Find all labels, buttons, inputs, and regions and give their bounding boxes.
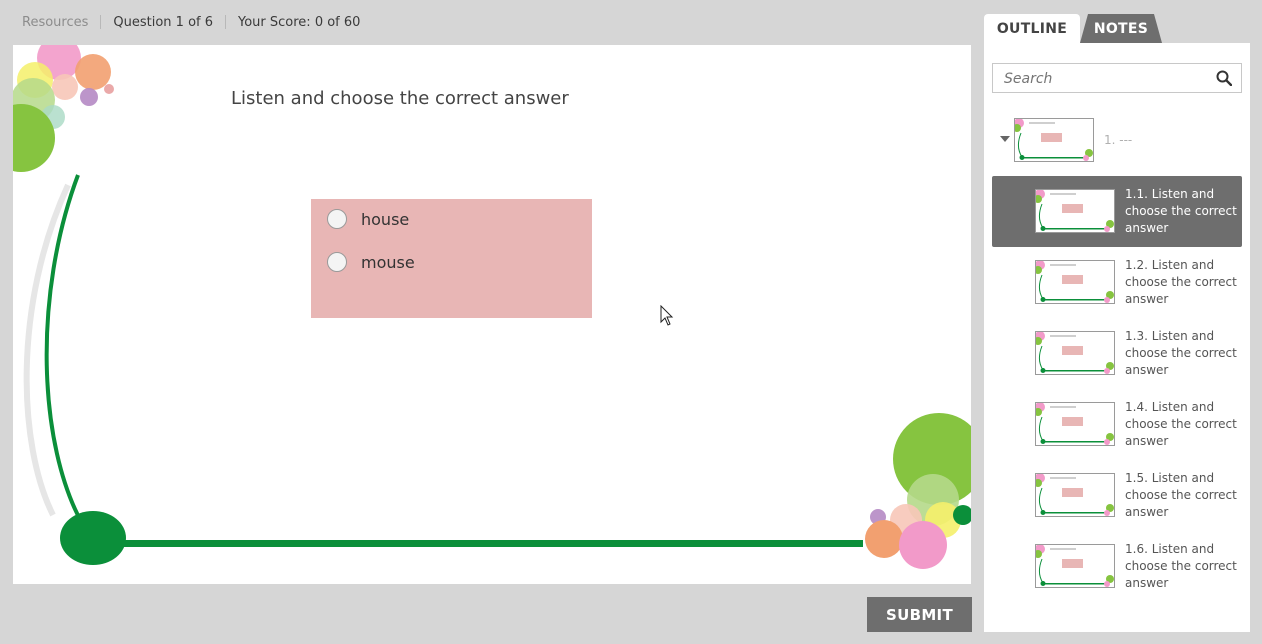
outline-item-label: 1.2. Listen and choose the correct answe… bbox=[1125, 258, 1237, 306]
outline-item-1-4[interactable]: 1.4. Listen and choose the correct answe… bbox=[992, 389, 1242, 460]
slide-thumbnail bbox=[1035, 544, 1115, 588]
resources-link[interactable]: Resources bbox=[22, 15, 88, 30]
tab-outline[interactable]: OUTLINE bbox=[984, 14, 1080, 43]
slide-thumbnail bbox=[1035, 331, 1115, 375]
outline-root-item[interactable]: 1. --- bbox=[992, 114, 1242, 166]
tab-notes[interactable]: NOTES bbox=[1080, 14, 1162, 43]
outline-item-label: 1.1. Listen and choose the correct answe… bbox=[1125, 187, 1237, 235]
search-input[interactable] bbox=[993, 64, 1216, 94]
radio-icon[interactable] bbox=[327, 252, 347, 272]
slide-thumbnail bbox=[1014, 118, 1094, 162]
outline-item-label: 1.4. Listen and choose the correct answe… bbox=[1125, 400, 1237, 448]
outline-item-label: 1.3. Listen and choose the correct answe… bbox=[1125, 329, 1237, 377]
cursor-icon bbox=[660, 305, 674, 326]
slide-thumbnail bbox=[1035, 189, 1115, 233]
radio-icon[interactable] bbox=[327, 209, 347, 229]
question-title: Listen and choose the correct answer bbox=[231, 88, 569, 109]
question-counter: Question 1 of 6 bbox=[113, 14, 214, 30]
outline-item-label: 1.5. Listen and choose the correct answe… bbox=[1125, 471, 1237, 519]
search-icon[interactable] bbox=[1216, 70, 1232, 86]
slide-thumbnail bbox=[1035, 260, 1115, 304]
outline-item-1-2[interactable]: 1.2. Listen and choose the correct answe… bbox=[992, 247, 1242, 318]
caret-down-icon[interactable] bbox=[1000, 136, 1010, 142]
divider bbox=[100, 15, 102, 29]
slide-thumbnail bbox=[1035, 402, 1115, 446]
submit-button[interactable]: SUBMIT bbox=[867, 597, 972, 632]
answer-options-box: house mouse bbox=[311, 199, 592, 318]
answer-option-mouse[interactable]: mouse bbox=[327, 252, 415, 272]
outline-item-1-5[interactable]: 1.5. Listen and choose the correct answe… bbox=[992, 460, 1242, 531]
slide-thumbnail bbox=[1035, 473, 1115, 517]
outline-root-label: 1. --- bbox=[1104, 133, 1133, 147]
answer-option-house[interactable]: house bbox=[327, 209, 409, 229]
outline-item-1-1[interactable]: 1.1. Listen and choose the correct answe… bbox=[992, 176, 1242, 247]
outline-item-label: 1.6. Listen and choose the correct answe… bbox=[1125, 542, 1237, 590]
outline-item-1-6[interactable]: 1.6. Listen and choose the correct answe… bbox=[992, 531, 1242, 602]
outline-item-1-3[interactable]: 1.3. Listen and choose the correct answe… bbox=[992, 318, 1242, 389]
answer-label: mouse bbox=[361, 252, 415, 272]
top-bar: Resources Question 1 of 6 Your Score: 0 … bbox=[0, 0, 980, 44]
search-box bbox=[992, 63, 1242, 94]
answer-label: house bbox=[361, 209, 410, 229]
slide-canvas: Listen and choose the correct answer hou… bbox=[13, 45, 971, 584]
score-display: Your Score: 0 of 60 bbox=[238, 14, 361, 30]
divider bbox=[225, 15, 227, 29]
